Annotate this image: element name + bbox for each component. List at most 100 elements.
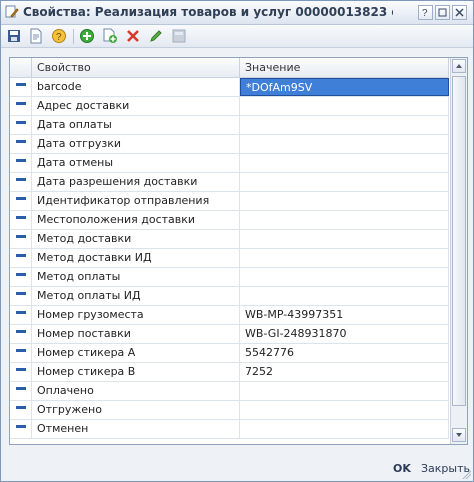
table-row[interactable]: Метод оплаты [10,268,449,287]
table-row[interactable]: Идентификатор отправления [10,192,449,211]
property-value-cell[interactable] [240,401,449,419]
table-row[interactable]: Местоположения доставки [10,211,449,230]
resize-grip[interactable] [461,469,471,479]
svg-text:?: ? [422,8,428,19]
property-marker-icon [16,254,26,257]
delete-icon[interactable] [125,28,141,44]
row-marker-cell [10,78,32,96]
property-marker-icon [16,273,26,276]
properties-window: Свойства: Реализация товаров и услуг 000… [0,0,474,482]
property-marker-icon [16,178,26,181]
property-marker-icon [16,406,26,409]
property-name-cell: Местоположения доставки [32,211,240,229]
table-row[interactable]: Номер стикера В 7252 [10,363,449,382]
ok-button[interactable]: OK [393,461,411,477]
property-marker-icon [16,425,26,428]
row-marker-cell [10,382,32,400]
archive-icon[interactable] [171,28,187,44]
property-value-cell[interactable] [240,249,449,267]
help-icon: ? [422,8,428,19]
property-name-cell: Идентификатор отправления [32,192,240,210]
table-row[interactable]: Метод оплаты ИД [10,287,449,306]
property-marker-icon [16,197,26,200]
property-marker-icon [16,140,26,143]
property-value-cell[interactable] [240,173,449,191]
property-value-cell[interactable]: 5542776 [240,344,449,362]
property-value-cell[interactable]: 7252 [240,363,449,381]
table-row[interactable]: barcode *DOfAm9SV [10,78,449,97]
property-value-cell[interactable]: WB-MP-43997351 [240,306,449,324]
property-name-cell: Дата оплаты [32,116,240,134]
close-window-button[interactable] [452,5,467,20]
table-row[interactable]: Дата отгрузки [10,135,449,154]
table-row[interactable]: Дата разрешения доставки [10,173,449,192]
header-property[interactable]: Свойство [32,58,240,77]
row-marker-cell [10,306,32,324]
header-marker-column [10,58,32,77]
table-row[interactable]: Оплачено [10,382,449,401]
property-marker-icon [16,368,26,371]
scroll-down-button[interactable] [452,428,466,442]
properties-edit-icon [5,5,19,18]
property-value-cell[interactable] [240,211,449,229]
dialog-footer: OK Закрыть [1,453,473,481]
title-bar[interactable]: Свойства: Реализация товаров и услуг 000… [1,1,473,25]
document-icon[interactable] [28,28,44,44]
copy-icon[interactable] [102,28,118,44]
table-row[interactable]: Номер поставки WB-GI-248931870 [10,325,449,344]
property-value-cell[interactable]: WB-GI-248931870 [240,325,449,343]
property-marker-icon [16,311,26,314]
property-value-cell[interactable] [240,192,449,210]
save-icon[interactable] [6,28,22,44]
property-name-cell: Номер поставки [32,325,240,343]
add-icon[interactable] [79,28,95,44]
table-row[interactable]: Номер стикера А 5542776 [10,344,449,363]
property-name-cell: Дата разрешения доставки [32,173,240,191]
toolbar: ? [1,25,473,48]
property-value-cell[interactable] [240,135,449,153]
row-marker-cell [10,287,32,305]
table-row[interactable]: Номер грузоместа WB-MP-43997351 [10,306,449,325]
table-row[interactable]: Отгружено [10,401,449,420]
row-marker-cell [10,211,32,229]
toolbar-separator [73,29,74,44]
property-value-cell[interactable] [240,420,449,438]
scroll-thumb[interactable] [452,76,466,406]
header-value[interactable]: Значение [240,58,449,77]
property-marker-icon [16,121,26,124]
property-name-cell: Метод оплаты [32,268,240,286]
table-row[interactable]: Дата оплаты [10,116,449,135]
edit-icon[interactable] [148,28,164,44]
help-icon[interactable]: ? [51,28,67,44]
maximize-icon [438,8,447,17]
property-marker-icon [16,235,26,238]
scroll-up-button[interactable] [452,59,466,73]
property-value-cell[interactable] [240,116,449,134]
property-value-cell[interactable] [240,97,449,115]
arrow-down-icon [456,433,462,437]
help-button[interactable]: ? [418,5,433,20]
row-marker-cell [10,420,32,438]
vertical-scrollbar[interactable] [450,58,467,444]
property-name-cell: Отменен [32,420,240,438]
property-marker-icon [16,387,26,390]
maximize-button[interactable] [435,5,450,20]
property-value-cell[interactable]: *DOfAm9SV [240,78,449,96]
table-row[interactable]: Метод доставки ИД [10,249,449,268]
property-value-cell[interactable] [240,287,449,305]
property-name-cell: Оплачено [32,382,240,400]
property-value-cell[interactable] [240,154,449,172]
properties-table[interactable]: Свойство Значение barcode *DOfAm9SV Адрес … [9,57,468,445]
table-row[interactable]: Адрес доставки [10,97,449,116]
table-row[interactable]: Отменен [10,420,449,439]
table-row[interactable]: Дата отмены [10,154,449,173]
row-marker-cell [10,363,32,381]
property-value-cell[interactable] [240,382,449,400]
property-value-cell[interactable] [240,230,449,248]
svg-text:?: ? [56,32,62,43]
row-marker-cell [10,154,32,172]
table-row[interactable]: Метод доставки [10,230,449,249]
property-value-cell[interactable] [240,268,449,286]
row-marker-cell [10,116,32,134]
row-marker-cell [10,97,32,115]
